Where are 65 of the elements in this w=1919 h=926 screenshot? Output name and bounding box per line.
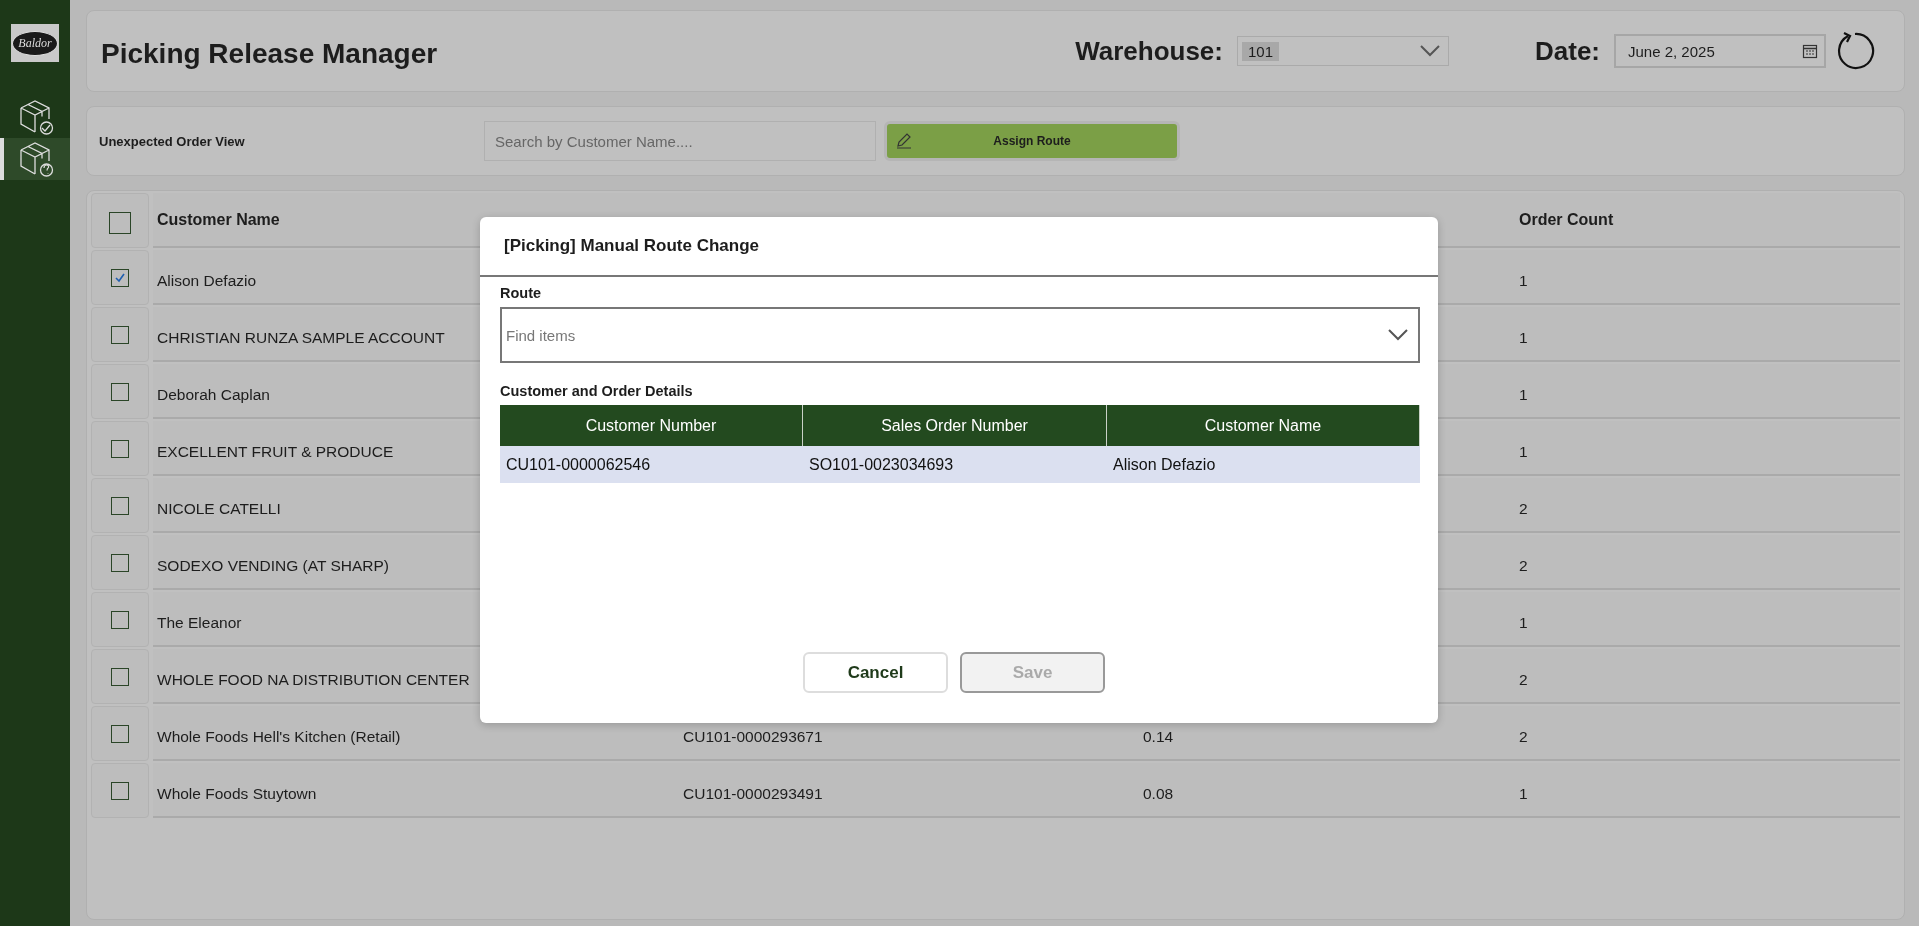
table-cell: 1 bbox=[1519, 442, 1528, 460]
warehouse-dropdown[interactable]: 101 bbox=[1237, 36, 1449, 66]
column-header: Customer Number bbox=[500, 405, 803, 446]
table-cell: The Eleanor bbox=[157, 613, 242, 631]
assign-route-button[interactable]: Assign Route bbox=[884, 121, 1180, 161]
chevron-down-icon bbox=[1420, 45, 1440, 57]
dialog-title: [Picking] Manual Route Change bbox=[480, 217, 1438, 277]
table-cell: Alison Defazio bbox=[157, 271, 257, 289]
table-cell: 1 bbox=[1519, 613, 1528, 631]
table-cell: WHOLE FOOD NA DISTRIBUTION CENTER bbox=[157, 670, 470, 688]
table-cell[interactable]: SO101-0023034693 bbox=[803, 446, 1107, 483]
table-cell: 1 bbox=[1519, 385, 1528, 403]
row-checkbox[interactable] bbox=[111, 781, 129, 800]
app-title: Picking Release Manager bbox=[101, 38, 438, 70]
row-checkbox[interactable] bbox=[111, 268, 129, 287]
row-checkbox[interactable] bbox=[111, 610, 129, 629]
table-cell: CHRISTIAN RUNZA SAMPLE ACCOUNT bbox=[157, 328, 445, 346]
date-label: Date: bbox=[1535, 35, 1600, 67]
table-cell[interactable]: Alison Defazio bbox=[1107, 446, 1420, 483]
nav-item[interactable] bbox=[0, 138, 70, 180]
table-cell: 1 bbox=[1519, 328, 1528, 346]
search-field[interactable]: Search by Customer Name.... bbox=[484, 121, 876, 161]
logo: Baldor bbox=[11, 24, 59, 62]
column-header: Order Count bbox=[1519, 211, 1614, 228]
table-cell: SODEXO VENDING (AT SHARP) bbox=[157, 556, 389, 574]
check-icon bbox=[114, 271, 126, 284]
box-question-icon[interactable] bbox=[18, 140, 56, 178]
table-cell: NICOLE CATELLI bbox=[157, 499, 281, 517]
box-check-icon[interactable] bbox=[18, 98, 56, 136]
row-checkbox[interactable] bbox=[111, 724, 129, 743]
table-cell: 2 bbox=[1519, 556, 1528, 574]
table-cell: 1 bbox=[1519, 271, 1528, 289]
chevron-down-icon bbox=[1388, 329, 1408, 341]
route-combobox[interactable]: Find items bbox=[500, 307, 1420, 363]
row-checkbox[interactable] bbox=[111, 553, 129, 572]
table-cell: Whole Foods Hell's Kitchen (Retail) bbox=[157, 727, 401, 745]
route-label: Route bbox=[500, 285, 543, 301]
select-all-checkbox[interactable] bbox=[109, 212, 131, 234]
warehouse-label: Warehouse: bbox=[1075, 35, 1223, 67]
row-checkbox[interactable] bbox=[111, 439, 129, 458]
date-field[interactable]: June 2, 2025 bbox=[1614, 34, 1826, 68]
table-cell: EXCELLENT FRUIT & PRODUCE bbox=[157, 442, 394, 460]
calendar-icon bbox=[1802, 43, 1818, 59]
row-checkbox[interactable] bbox=[111, 325, 129, 344]
table-cell[interactable]: CU101-0000062546 bbox=[500, 446, 803, 483]
column-header: Sales Order Number bbox=[803, 405, 1107, 446]
table-cell: 0.14 bbox=[1143, 727, 1174, 745]
view-title: Unexpected Order View bbox=[99, 133, 246, 149]
cancel-button[interactable]: Cancel bbox=[803, 652, 948, 693]
table-cell: CU101-0000293671 bbox=[683, 727, 823, 745]
details-label: Customer and Order Details bbox=[500, 383, 694, 399]
table-cell: 1 bbox=[1519, 784, 1528, 802]
pencil-icon bbox=[895, 132, 913, 150]
table-cell: Whole Foods Stuytown bbox=[157, 784, 317, 802]
table-cell: 2 bbox=[1519, 727, 1528, 745]
table-cell: CU101-0000293491 bbox=[683, 784, 823, 802]
column-header: Customer Name bbox=[1107, 405, 1420, 446]
row-checkbox[interactable] bbox=[111, 496, 129, 515]
table-cell: Deborah Caplan bbox=[157, 385, 270, 403]
row-checkbox[interactable] bbox=[111, 382, 129, 401]
table-cell: 2 bbox=[1519, 670, 1528, 688]
row-checkbox[interactable] bbox=[111, 667, 129, 686]
column-header: Customer Name bbox=[157, 211, 280, 228]
table-cell: 0.08 bbox=[1143, 784, 1174, 802]
table-cell: 2 bbox=[1519, 499, 1528, 517]
